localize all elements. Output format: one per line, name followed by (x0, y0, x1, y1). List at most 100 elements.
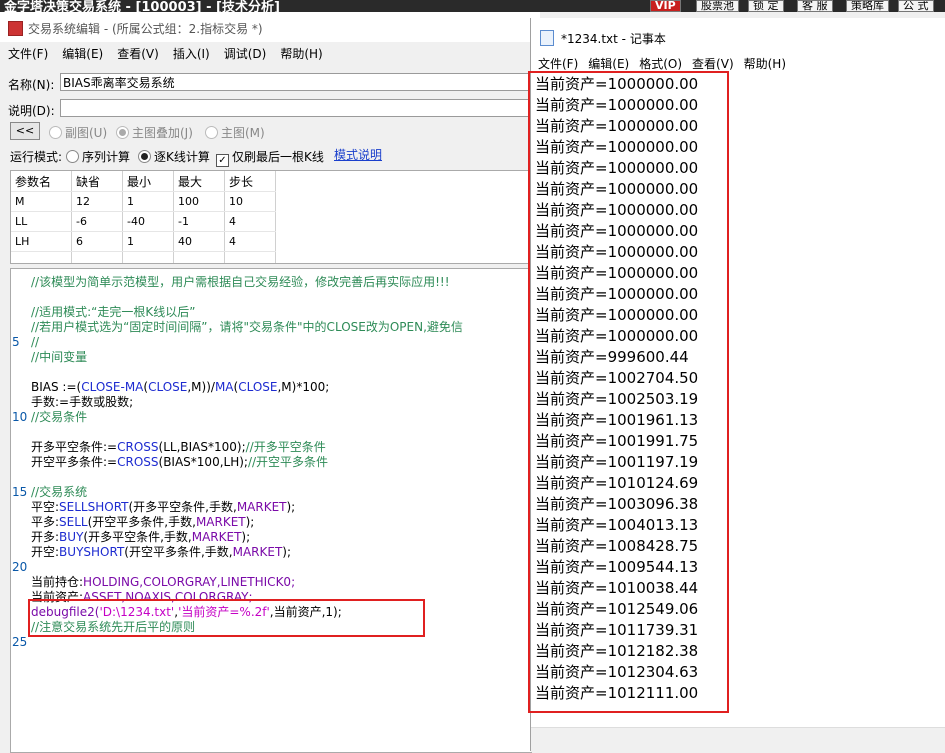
lock-button[interactable]: 锁 定 (748, 0, 784, 12)
sub-chart-radio[interactable] (49, 126, 62, 139)
column-header[interactable]: 步长 (224, 171, 276, 192)
code-line: 平空:SELLSHORT(开多平空条件,手数,MARKET); (31, 500, 296, 514)
notepad-title: *1234.txt - 记事本 (561, 32, 666, 46)
overlay-label: 主图叠加(J) (132, 126, 193, 140)
code-line: 开多:BUY(开多平空条件,手数,MARKET); (31, 530, 251, 544)
stock-pool-button[interactable]: 股票池 (696, 0, 739, 12)
editor-app-icon (8, 21, 23, 36)
table-cell[interactable]: -6 (71, 211, 123, 232)
table-cell[interactable]: -1 (173, 211, 225, 232)
table-cell[interactable]: 4 (224, 211, 276, 232)
menu-file[interactable]: 文件(F) (8, 44, 48, 64)
last-bar-only-checkbox[interactable]: ✓ (216, 154, 229, 167)
notepad-icon (540, 30, 554, 46)
line-number: 5 (12, 335, 20, 349)
app-title-bar: 金字塔决策交易系统 - [100003] - [技术分析] VIP 股票池 锁 … (0, 0, 945, 12)
per-bar-radio[interactable] (138, 150, 151, 163)
main-chart-label: 主图(M) (221, 126, 265, 140)
series-radio[interactable] (66, 150, 79, 163)
line-number: 20 (12, 560, 28, 574)
name-label: 名称(N): (8, 78, 55, 92)
code-line: //若用户模式选为“固定时间间隔”，请将"交易条件"中的CLOSE改为OPEN,… (31, 320, 463, 334)
table-cell[interactable]: LL (11, 211, 72, 232)
line-number: 10 (12, 410, 28, 424)
column-header[interactable]: 最大 (173, 171, 225, 192)
code-line: 开空:BUYSHORT(开空平多条件,手数,MARKET); (31, 545, 292, 559)
table-cell[interactable]: 1 (122, 231, 174, 252)
editor-title-bar: 交易系统编辑 - (所属公式组：2.指标交易 *) (0, 12, 540, 42)
code-line: //交易条件 (31, 410, 88, 424)
mode-help-link[interactable]: 模式说明 (334, 146, 382, 163)
description-label: 说明(D): (8, 104, 55, 118)
code-line: // (31, 335, 40, 349)
table-cell[interactable]: M (11, 191, 72, 212)
notepad-window: *1234.txt - 记事本 文件(F) 编辑(E) 格式(O) 查看(V) 帮助(H… (528, 18, 945, 752)
trading-system-editor-window: 交易系统编辑 - (所属公式组：2.指标交易 *) 文件(F) 编辑(E) 查看(V… (0, 12, 540, 753)
menu-view[interactable]: 查看(V) (117, 44, 159, 64)
last-bar-only-label: 仅刷最后一根K线 (232, 150, 324, 164)
table-cell[interactable]: 100 (173, 191, 225, 212)
line-number-gutter: 5 10 15 20 25 (11, 269, 28, 752)
code-line: //中间变量 (31, 350, 88, 364)
menu-help[interactable]: 帮助(H) (280, 44, 322, 64)
table-cell[interactable]: 6 (71, 231, 123, 252)
code-editor[interactable]: 5 10 15 20 25 //该模型为简单示范模型，用户需根据自己交易经验，修… (10, 268, 532, 753)
parameter-table: 参数名 缺省 最小 最大 步长 M 12 1 100 10 LL -6 -40 … (11, 171, 276, 263)
table-cell[interactable]: 4 (224, 231, 276, 252)
code-line: //该模型为简单示范模型，用户需根据自己交易经验，修改完善后再实际应用!!! (31, 275, 450, 289)
code-line: BIAS :=(CLOSE-MA(CLOSE,M))/MA(CLOSE,M)*1… (31, 380, 330, 394)
table-row[interactable]: LH 6 1 40 4 (11, 231, 276, 252)
last-bar-only-option[interactable]: ✓ 仅刷最后一根K线 (216, 148, 324, 167)
code-line: //适用模式:“走完一根K线以后” (31, 305, 196, 319)
code-line: 平多:SELL(开空平多条件,手数,MARKET); (31, 515, 255, 529)
description-field[interactable] (60, 99, 535, 117)
column-header[interactable]: 参数名 (11, 171, 72, 192)
chart-option-sub[interactable]: 副图(U) (49, 124, 107, 141)
code-line: 手数:=手数或股数; (31, 395, 134, 409)
code-line: 当前持仓:HOLDING,COLORGRAY,LINETHICK0; (31, 575, 296, 589)
service-button[interactable]: 客 服 (797, 0, 833, 12)
highlight-box (28, 599, 425, 637)
menu-debug[interactable]: 调试(D) (224, 44, 267, 64)
column-header[interactable]: 最小 (122, 171, 174, 192)
run-mode-label: 运行模式: (10, 150, 63, 164)
editor-menu-bar: 文件(F) 编辑(E) 查看(V) 插入(I) 调试(D) 帮助(H) (0, 44, 329, 64)
table-row[interactable]: M 12 1 100 10 (11, 191, 276, 212)
line-number: 15 (12, 485, 28, 499)
table-row[interactable] (11, 251, 276, 263)
parameter-grid: 参数名 缺省 最小 最大 步长 M 12 1 100 10 LL -6 -40 … (10, 170, 532, 264)
name-field[interactable]: BIAS乖离率交易系统 (60, 73, 535, 91)
strategy-library-button[interactable]: 策略库 (846, 0, 889, 12)
table-cell[interactable]: 12 (71, 191, 123, 212)
run-mode-per-bar[interactable]: 逐K线计算 (138, 148, 210, 165)
column-header[interactable]: 缺省 (71, 171, 123, 192)
line-number: 25 (12, 635, 28, 649)
per-bar-label: 逐K线计算 (154, 150, 210, 164)
chart-option-main[interactable]: 主图(M) (205, 124, 265, 141)
table-cell[interactable]: 10 (224, 191, 276, 212)
run-mode-series[interactable]: 序列计算 (66, 148, 130, 165)
table-cell[interactable]: LH (11, 231, 72, 252)
menu-edit[interactable]: 编辑(E) (62, 44, 103, 64)
highlight-box (528, 71, 729, 713)
table-cell[interactable]: 1 (122, 191, 174, 212)
parameter-header-row: 参数名 缺省 最小 最大 步长 (11, 171, 276, 192)
horizontal-scrollbar[interactable] (531, 727, 945, 752)
series-label: 序列计算 (82, 150, 131, 164)
formula-button[interactable]: 公 式 (898, 0, 934, 12)
table-cell[interactable]: -40 (122, 211, 174, 232)
table-cell[interactable]: 40 (173, 231, 225, 252)
chart-option-overlay[interactable]: 主图叠加(J) (116, 124, 193, 141)
menu-insert[interactable]: 插入(I) (173, 44, 210, 64)
code-line: 开空平多条件:=CROSS(BIAS*100,LH);//开空平多条件 (31, 455, 329, 469)
code-line: //交易系统 (31, 485, 88, 499)
overlay-radio[interactable] (116, 126, 129, 139)
table-row[interactable]: LL -6 -40 -1 4 (11, 211, 276, 232)
code-line: 开多平空条件:=CROSS(LL,BIAS*100);//开多平空条件 (31, 440, 326, 454)
vip-button[interactable]: VIP (650, 0, 681, 12)
sub-chart-label: 副图(U) (65, 126, 108, 140)
np-menu-help[interactable]: 帮助(H) (744, 54, 786, 74)
collapse-button[interactable]: << (10, 122, 40, 140)
editor-title: 交易系统编辑 - (所属公式组：2.指标交易 *) (28, 22, 263, 36)
main-chart-radio[interactable] (205, 126, 218, 139)
